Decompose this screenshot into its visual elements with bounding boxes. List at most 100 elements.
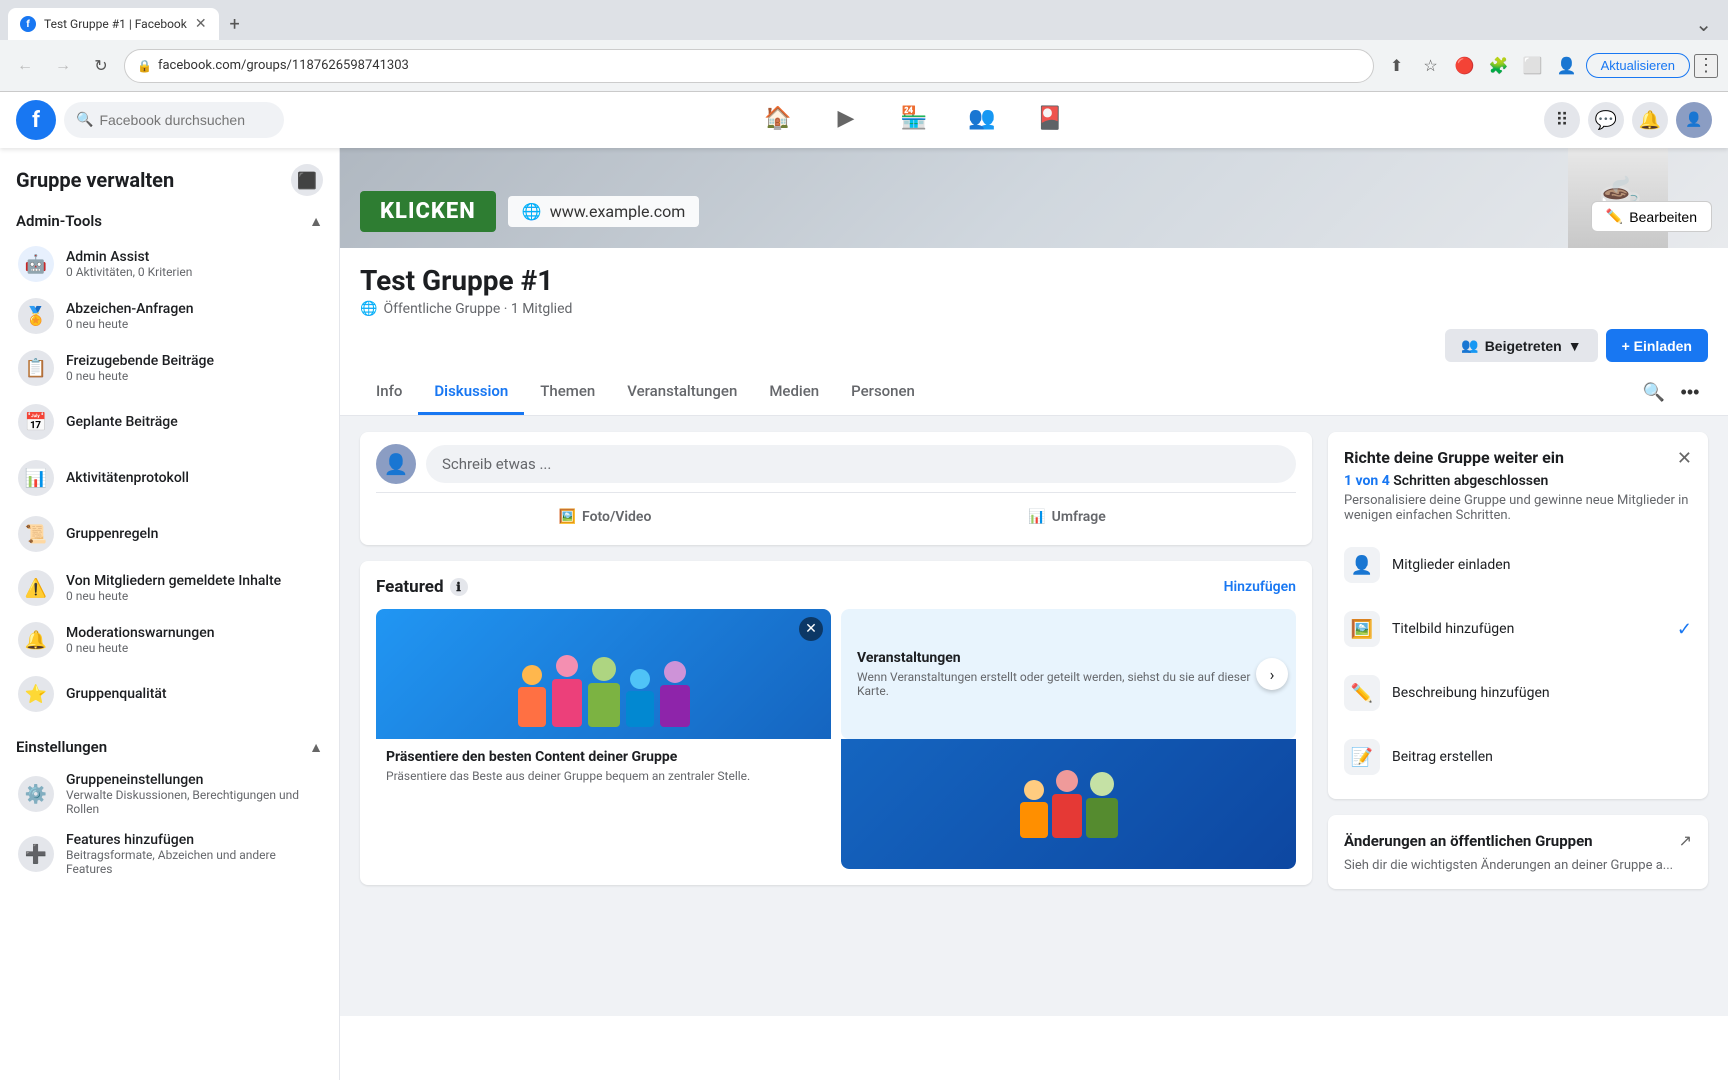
veranstaltungen-card-title: Veranstaltungen: [857, 650, 1280, 666]
setup-step-titelbild[interactable]: 🖼️ Titelbild hinzufügen ✓: [1344, 603, 1692, 655]
cover-url-display: 🌐 www.example.com: [508, 196, 700, 227]
address-bar[interactable]: 🔒 facebook.com/groups/1187626598741303: [124, 49, 1374, 83]
changes-ext-btn[interactable]: ↗: [1679, 831, 1692, 850]
setup-panel: Richte deine Gruppe weiter ein ✕ 1 von 4…: [1328, 432, 1708, 1000]
sidebar-item-abzeichen[interactable]: 🏅 Abzeichen-Anfragen 0 neu heute: [8, 290, 331, 342]
featured-card-2[interactable]: Veranstaltungen Wenn Veranstaltungen ers…: [841, 609, 1296, 869]
tab-medien[interactable]: Medien: [753, 370, 835, 415]
profile-btn[interactable]: 👤: [1552, 51, 1582, 81]
features-icon: ➕: [18, 836, 54, 872]
foto-video-btn[interactable]: 🖼️ Foto/Video: [376, 501, 834, 533]
forward-btn[interactable]: →: [48, 51, 78, 81]
admin-tools-section: Admin-Tools ▲ 🤖 Admin Assist 0 Aktivität…: [0, 204, 339, 722]
reload-btn[interactable]: ↻: [86, 51, 116, 81]
compose-input[interactable]: Schreib etwas ...: [426, 445, 1296, 483]
gruppeneinstellungen-icon: ⚙️: [18, 776, 54, 812]
new-tab-btn[interactable]: +: [219, 8, 251, 40]
apps-btn[interactable]: ⠿: [1544, 102, 1580, 138]
setup-step-beitrag[interactable]: 📝 Beitrag erstellen: [1344, 731, 1692, 783]
tab-list-btn[interactable]: ⌄: [1687, 12, 1720, 36]
beitrag-icon: 📝: [1344, 739, 1380, 775]
featured-add-link[interactable]: Hinzufügen: [1224, 579, 1296, 595]
toolbar-actions: ⬆ ☆ 🔴 🧩 ⬜ 👤 Aktualisieren ⋮: [1382, 51, 1718, 81]
nav-marketplace-btn[interactable]: 🏪: [882, 96, 946, 144]
umfrage-btn[interactable]: 📊 Umfrage: [838, 501, 1296, 533]
fb-search-box[interactable]: 🔍: [64, 102, 284, 138]
joined-btn[interactable]: 👥 Beigetreten ▼: [1445, 329, 1597, 362]
featured-card-1-close[interactable]: ✕: [799, 617, 823, 641]
sidebar-item-gemeldete[interactable]: ⚠️ Von Mitgliedern gemeldete Inhalte 0 n…: [8, 562, 331, 614]
nav-home-btn[interactable]: 🏠: [746, 96, 810, 144]
invite-btn[interactable]: + Einladen: [1606, 329, 1708, 362]
abzeichen-icon: 🏅: [18, 298, 54, 334]
setup-widget-header: Richte deine Gruppe weiter ein ✕: [1344, 448, 1692, 469]
features-title: Features hinzufügen: [66, 832, 321, 848]
setup-widget: Richte deine Gruppe weiter ein ✕ 1 von 4…: [1328, 432, 1708, 799]
admin-tools-chevron: ▲: [309, 213, 323, 230]
admin-tools-label: Admin-Tools: [16, 212, 102, 230]
joined-chevron: ▼: [1568, 338, 1582, 354]
setup-step-mitglieder[interactable]: 👤 Mitglieder einladen: [1344, 539, 1692, 591]
nav-gaming-btn[interactable]: 🎴: [1018, 96, 1082, 144]
einstellungen-section-header[interactable]: Einstellungen ▲: [8, 730, 331, 764]
sidebar-item-gruppenregeln[interactable]: 📜 Gruppenregeln: [8, 506, 331, 562]
user-avatar[interactable]: 👤: [1676, 102, 1712, 138]
update-button[interactable]: Aktualisieren: [1586, 53, 1690, 78]
admin-tools-section-header[interactable]: Admin-Tools ▲: [8, 204, 331, 238]
bookmark-btn[interactable]: ☆: [1416, 51, 1446, 81]
tab-personen[interactable]: Personen: [835, 370, 931, 415]
browser-menu-btn[interactable]: ⋮: [1694, 54, 1718, 78]
featured-info-icon[interactable]: ℹ: [450, 578, 468, 596]
sidebar-item-admin-assist[interactable]: 🤖 Admin Assist 0 Aktivitäten, 0 Kriterie…: [8, 238, 331, 290]
einstellungen-section: Einstellungen ▲ ⚙️ Gruppeneinstellungen …: [0, 730, 339, 884]
featured-card-1[interactable]: ✕: [376, 609, 831, 869]
sidebar-icon-btn[interactable]: ⬛: [291, 164, 323, 196]
active-tab[interactable]: f Test Gruppe #1 | Facebook ✕: [8, 8, 219, 40]
nav-groups-btn[interactable]: 👥: [950, 96, 1014, 144]
sidebar-item-geplante[interactable]: 📅 Geplante Beiträge: [8, 394, 331, 450]
sidebar-item-aktivitaten[interactable]: 📊 Aktivitätenprotokoll: [8, 450, 331, 506]
tab-diskussion[interactable]: Diskussion: [418, 370, 524, 415]
messenger-btn[interactable]: 💬: [1588, 102, 1624, 138]
sidebar-item-gruppenqualitat[interactable]: ⭐ Gruppenqualität: [8, 666, 331, 722]
cover-area: KLICKEN 🌐 www.example.com ☕ ✏️ Bearbeite…: [340, 148, 1728, 248]
tab-info[interactable]: Info: [360, 370, 418, 415]
sidebar-item-freizugebende[interactable]: 📋 Freizugebende Beiträge 0 neu heute: [8, 342, 331, 394]
joined-icon: 👥: [1461, 337, 1478, 354]
tab-veranstaltungen[interactable]: Veranstaltungen: [611, 370, 753, 415]
sidebar-item-moderationswarnungen[interactable]: 🔔 Moderationswarnungen 0 neu heute: [8, 614, 331, 666]
notifications-btn[interactable]: 🔔: [1632, 102, 1668, 138]
changes-text: Sieh dir die wichtigsten Änderungen an d…: [1344, 858, 1692, 873]
titelbild-label: Titelbild hinzufügen: [1392, 621, 1665, 637]
umfrage-label: Umfrage: [1052, 509, 1106, 525]
sidebar-item-features[interactable]: ➕ Features hinzufügen Beitragsformate, A…: [8, 824, 331, 884]
setup-step-beschreibung[interactable]: ✏️ Beschreibung hinzufügen: [1344, 667, 1692, 719]
gruppeneinstellungen-title: Gruppeneinstellungen: [66, 772, 321, 788]
gruppenregeln-title: Gruppenregeln: [66, 526, 158, 542]
featured-arrow-btn[interactable]: ›: [1256, 658, 1288, 690]
cover-edit-btn[interactable]: ✏️ Bearbeiten: [1591, 201, 1712, 232]
tab-themen[interactable]: Themen: [524, 370, 611, 415]
featured-card-1-img: ✕: [376, 609, 831, 739]
share-btn[interactable]: ⬆: [1382, 51, 1412, 81]
setup-close-btn[interactable]: ✕: [1677, 448, 1692, 469]
extensions-btn[interactable]: 🧩: [1484, 51, 1514, 81]
fb-search-input[interactable]: [99, 112, 272, 128]
setup-progress-sub: Personalisiere deine Gruppe und gewinne …: [1344, 493, 1692, 523]
back-btn[interactable]: ←: [10, 51, 40, 81]
tab-close-btn[interactable]: ✕: [195, 16, 207, 32]
aktivitaten-title: Aktivitätenprotokoll: [66, 470, 189, 486]
admin-assist-sub: 0 Aktivitäten, 0 Kriterien: [66, 265, 321, 279]
nav-watch-btn[interactable]: ▶: [814, 96, 878, 144]
sidebar-item-gruppeneinstellungen[interactable]: ⚙️ Gruppeneinstellungen Verwalte Diskuss…: [8, 764, 331, 824]
browser-tabs: f Test Gruppe #1 | Facebook ✕ + ⌄: [0, 0, 1728, 40]
tab-favicon: f: [20, 16, 36, 32]
tab-more-btn[interactable]: •••: [1672, 375, 1708, 411]
mitglieder-icon: 👤: [1344, 547, 1380, 583]
addon-btn[interactable]: 🔴: [1450, 51, 1480, 81]
tab-search-btn[interactable]: 🔍: [1636, 375, 1672, 411]
cover-overlay: KLICKEN 🌐 www.example.com: [360, 191, 699, 232]
split-view-btn[interactable]: ⬜: [1518, 51, 1548, 81]
fb-search-icon: 🔍: [76, 112, 93, 128]
mitglieder-label: Mitglieder einladen: [1392, 557, 1692, 573]
